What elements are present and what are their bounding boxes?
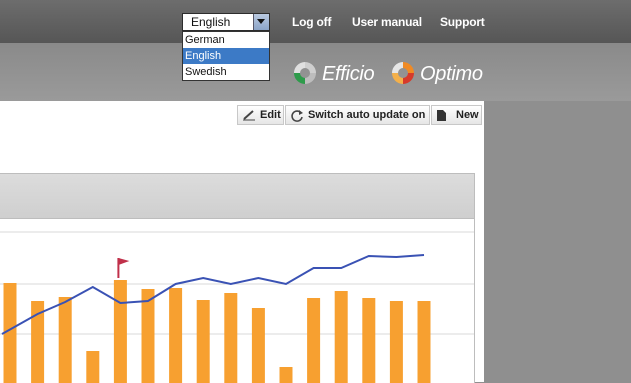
language-option-swedish[interactable]: Swedish xyxy=(183,64,269,80)
bar[interactable] xyxy=(58,297,72,383)
refresh-icon xyxy=(291,110,303,122)
bar[interactable] xyxy=(307,298,321,383)
bar[interactable] xyxy=(113,280,127,383)
optimo-logo-text: Optimo xyxy=(420,63,483,85)
bar[interactable] xyxy=(279,367,293,383)
language-option-german[interactable]: German xyxy=(183,32,269,48)
bar[interactable] xyxy=(86,351,100,383)
efficio-logo-icon xyxy=(294,62,316,84)
edit-button[interactable]: Edit xyxy=(237,105,284,125)
bar[interactable] xyxy=(389,301,403,383)
chevron-down-icon xyxy=(257,19,265,24)
new-document-icon xyxy=(437,110,446,121)
language-option-english[interactable]: English xyxy=(183,48,269,64)
edit-button-label: Edit xyxy=(260,109,281,121)
flag-icon[interactable] xyxy=(118,258,130,265)
bar[interactable] xyxy=(251,308,265,383)
chart-svg xyxy=(0,231,474,383)
language-select-value: English xyxy=(191,15,231,29)
new-button-label: New xyxy=(456,109,479,121)
support-link[interactable]: Support xyxy=(440,15,485,29)
chart-container xyxy=(0,173,475,383)
bar[interactable] xyxy=(141,289,155,383)
bar[interactable] xyxy=(362,298,376,383)
bar[interactable] xyxy=(334,291,348,383)
language-select[interactable]: English xyxy=(182,13,270,31)
optimo-logo-icon xyxy=(392,62,414,84)
efficio-logo: Efficio xyxy=(292,60,387,86)
auto-update-button[interactable]: Switch auto update on xyxy=(285,105,430,125)
bar[interactable] xyxy=(169,288,183,383)
auto-update-label: Switch auto update on xyxy=(308,109,426,121)
main-panel: Edit Switch auto update on New xyxy=(0,101,484,383)
language-dropdown-menu: German English Swedish xyxy=(182,31,270,81)
dropdown-button[interactable] xyxy=(253,14,269,30)
pencil-icon xyxy=(243,110,255,121)
bar[interactable] xyxy=(196,300,210,383)
bar[interactable] xyxy=(417,301,431,383)
bar[interactable] xyxy=(224,293,238,383)
chart-header xyxy=(0,174,474,219)
right-background-panel xyxy=(484,101,631,382)
new-button[interactable]: New xyxy=(431,105,482,125)
toolbar: Edit Switch auto update on New xyxy=(0,101,484,128)
logoff-link[interactable]: Log off xyxy=(292,15,331,29)
efficio-logo-text: Efficio xyxy=(322,63,375,85)
user-manual-link[interactable]: User manual xyxy=(352,15,422,29)
optimo-logo: Optimo xyxy=(390,60,490,86)
